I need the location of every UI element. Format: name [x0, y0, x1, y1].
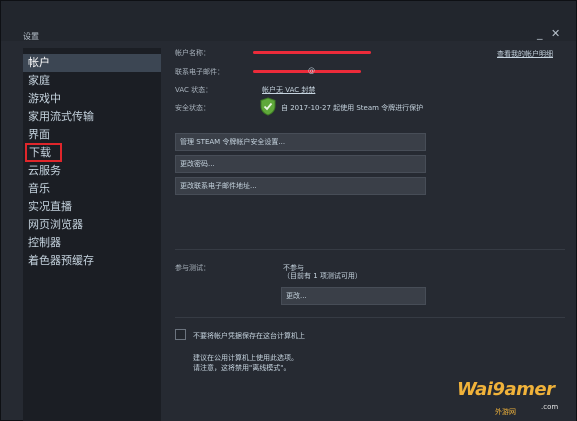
sidebar-item-cloud[interactable]: 云服务: [23, 162, 161, 180]
settings-window: 设置 _ ✕ 帐户 家庭 游戏中 家用流式传输 界面 下载 云服务 音乐 实况直…: [0, 0, 577, 421]
section-divider: [175, 249, 565, 250]
email-label: 联系电子邮件：: [175, 68, 224, 76]
window-title: 设置: [23, 32, 39, 41]
account-panel: 帐户名称： 查看我的帐户明细 联系电子邮件： @ VAC 状态： 帐户无 VAC…: [161, 41, 576, 421]
sidebar-item-label: 家庭: [28, 74, 50, 87]
change-password-button[interactable]: 更改密码...: [175, 155, 426, 173]
security-status-value: 自 2017-10-27 起使用 Steam 令牌进行保护: [281, 104, 424, 112]
sidebar-item-broadcasting[interactable]: 实况直播: [23, 198, 161, 216]
shield-check-icon: [260, 97, 276, 116]
sidebar-item-music[interactable]: 音乐: [23, 180, 161, 198]
watermark-site: .com: [541, 403, 559, 411]
sidebar-item-label: 家用流式传输: [28, 110, 94, 123]
sidebar-item-interface[interactable]: 界面: [23, 126, 161, 144]
sidebar-item-controller[interactable]: 控制器: [23, 234, 161, 252]
title-bar[interactable]: 设置 _ ✕: [1, 1, 576, 41]
sidebar-item-label: 音乐: [28, 182, 50, 195]
settings-sidebar: 帐户 家庭 游戏中 家用流式传输 界面 下载 云服务 音乐 实况直播 网页浏览器…: [23, 48, 161, 421]
sidebar-item-label: 网页浏览器: [28, 218, 83, 231]
sidebar-item-label: 云服务: [28, 164, 61, 177]
sidebar-item-label: 控制器: [28, 236, 61, 249]
change-email-button[interactable]: 更改联系电子邮件地址...: [175, 177, 426, 195]
vac-status-label: VAC 状态：: [175, 86, 213, 94]
sidebar-item-web-browser[interactable]: 网页浏览器: [23, 216, 161, 234]
redaction-mark: [253, 51, 371, 54]
security-status-label: 安全状态：: [175, 104, 210, 112]
dont-save-credentials-checkbox[interactable]: [175, 329, 186, 340]
view-account-details-link[interactable]: 查看我的帐户明细: [497, 49, 553, 59]
sidebar-item-label: 实况直播: [28, 200, 72, 213]
email-at-sign: @: [308, 67, 315, 75]
sidebar-item-downloads[interactable]: 下载: [23, 143, 161, 162]
dont-save-credentials-label: 不要将帐户凭据保存在这台计算机上: [193, 332, 305, 340]
sidebar-item-account[interactable]: 帐户: [23, 54, 161, 72]
redaction-mark: [253, 70, 361, 73]
public-computer-note: 建议在公用计算机上使用此选项。: [193, 354, 298, 362]
watermark-logo: Wai9amer: [457, 379, 555, 400]
vac-status-link[interactable]: 帐户无 VAC 封禁: [262, 85, 315, 95]
sidebar-item-shader-cache[interactable]: 着色器预缓存: [23, 252, 161, 270]
close-button[interactable]: ✕: [551, 28, 560, 40]
sidebar-item-label: 游戏中: [28, 92, 61, 105]
section-divider: [175, 317, 565, 318]
sidebar-item-family[interactable]: 家庭: [23, 72, 161, 90]
sidebar-item-label: 帐户: [28, 56, 50, 69]
beta-participation-label: 参与测试：: [175, 264, 210, 272]
change-beta-button[interactable]: 更改...: [281, 287, 426, 305]
offline-mode-note: 请注意，这将禁用"离线模式"。: [193, 364, 291, 372]
sidebar-item-label: 界面: [28, 128, 50, 141]
sidebar-item-remote-play[interactable]: 家用流式传输: [23, 108, 161, 126]
beta-available-count: （目前有 1 项测试可用）: [283, 272, 362, 280]
sidebar-item-label: 着色器预缓存: [28, 254, 94, 267]
minimize-button[interactable]: _: [537, 28, 543, 40]
manage-steam-guard-button[interactable]: 管理 STEAM 令牌帐户安全设置...: [175, 133, 426, 151]
sidebar-item-in-game[interactable]: 游戏中: [23, 90, 161, 108]
sidebar-item-label: 下载: [25, 143, 62, 162]
account-name-label: 帐户名称：: [175, 49, 210, 57]
watermark-cn: 外游网: [495, 408, 516, 416]
